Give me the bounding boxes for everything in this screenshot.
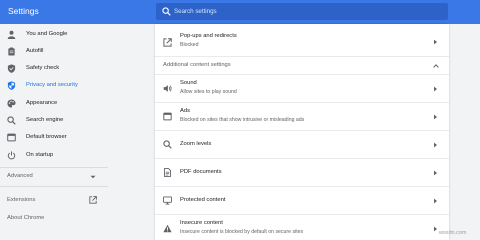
row-title: PDF documents — [180, 169, 222, 175]
row-title: Sound — [180, 80, 197, 86]
person-icon — [7, 30, 16, 39]
sidebar-item-autofill[interactable]: Autofill — [0, 44, 108, 60]
popups-row[interactable]: Pop-ups and redirects Blocked — [155, 30, 449, 56]
ads-icon — [163, 112, 172, 121]
row-title: Pop-ups and redirects — [180, 33, 237, 39]
sidebar-item-label: Appearance — [26, 100, 58, 106]
row-title: Zoom levels — [180, 141, 212, 147]
row-subtitle: Allow sites to play sound — [180, 89, 237, 95]
power-icon — [7, 151, 16, 160]
chevron-right-icon — [434, 198, 437, 204]
chevron-right-icon — [434, 170, 437, 176]
sidebar-item-you-and-google[interactable]: You and Google — [0, 27, 108, 43]
row-title: Ads — [180, 108, 190, 114]
sidebar-item-label: Safety check — [26, 65, 60, 71]
ads-row[interactable]: Ads Blocked on sites that show intrusive… — [155, 103, 449, 130]
row-title: Insecure content — [180, 220, 223, 226]
section-title: Additional content settings — [163, 62, 231, 68]
top-bar: Settings — [0, 0, 480, 24]
search-icon — [7, 116, 16, 125]
sidebar-item-label: Default browser — [26, 134, 67, 140]
search-input[interactable] — [174, 6, 434, 17]
sidebar-item-label: On startup — [26, 152, 54, 158]
zoom-icon — [163, 140, 172, 149]
sidebar-item-appearance[interactable]: Appearance — [0, 96, 108, 112]
insecure-content-row[interactable]: Insecure content Insecure content is blo… — [155, 215, 449, 240]
sidebar-item-safety-check[interactable]: Safety check — [0, 61, 108, 77]
additional-content-settings-header[interactable]: Additional content settings — [155, 57, 449, 74]
app-title: Settings — [8, 6, 39, 16]
monitor-icon — [163, 196, 172, 205]
document-icon — [163, 168, 172, 177]
chevron-right-icon — [434, 142, 437, 148]
sidebar: You and Google Autofill Safety check Pri… — [0, 24, 108, 240]
sidebar-item-label: Privacy and security — [26, 82, 78, 88]
row-subtitle: Insecure content is blocked by default o… — [180, 229, 304, 235]
sidebar-item-privacy-and-security[interactable]: Privacy and security — [0, 78, 108, 94]
sidebar-item-on-startup[interactable]: On startup — [0, 148, 108, 164]
zoom-levels-row[interactable]: Zoom levels — [155, 131, 449, 158]
row-subtitle: Blocked — [180, 42, 199, 48]
sidebar-item-extensions[interactable]: Extensions — [7, 197, 35, 203]
sidebar-divider — [0, 186, 108, 187]
row-subtitle: Blocked on sites that show intrusive or … — [180, 117, 305, 123]
clipboard-icon — [8, 47, 15, 56]
sound-row[interactable]: Sound Allow sites to play sound — [155, 75, 449, 102]
external-link-icon — [163, 38, 172, 47]
watermark: wsxdn.com — [439, 230, 467, 236]
sidebar-item-label: You and Google — [26, 31, 68, 37]
sidebar-item-search-engine[interactable]: Search engine — [0, 113, 108, 129]
sidebar-item-label: Autofill — [26, 48, 44, 54]
pdf-documents-row[interactable]: PDF documents — [155, 159, 449, 186]
palette-icon — [7, 99, 16, 108]
sidebar-item-default-browser[interactable]: Default browser — [0, 130, 108, 146]
row-title: Protected content — [180, 197, 226, 203]
browser-icon — [7, 133, 16, 142]
search-box[interactable] — [156, 3, 448, 20]
chevron-right-icon — [434, 114, 437, 120]
chevron-up-icon — [433, 64, 439, 68]
sidebar-advanced-toggle[interactable]: Advanced — [7, 173, 33, 179]
chevron-right-icon — [434, 226, 437, 232]
chevron-right-icon — [434, 86, 437, 92]
sidebar-item-about-chrome[interactable]: About Chrome — [7, 215, 44, 221]
chevron-right-icon — [434, 39, 437, 45]
search-icon — [162, 7, 171, 16]
warning-icon — [163, 224, 172, 233]
speaker-icon — [163, 85, 172, 92]
protected-content-row[interactable]: Protected content — [155, 187, 449, 214]
sidebar-divider — [0, 167, 108, 168]
sidebar-item-label: Search engine — [26, 117, 64, 123]
chevron-down-icon — [90, 175, 96, 179]
shield-icon — [7, 81, 16, 90]
content-card: Pop-ups and redirects Blocked Additional… — [155, 24, 449, 240]
shield-check-icon — [7, 64, 16, 73]
external-link-icon[interactable] — [89, 196, 97, 204]
